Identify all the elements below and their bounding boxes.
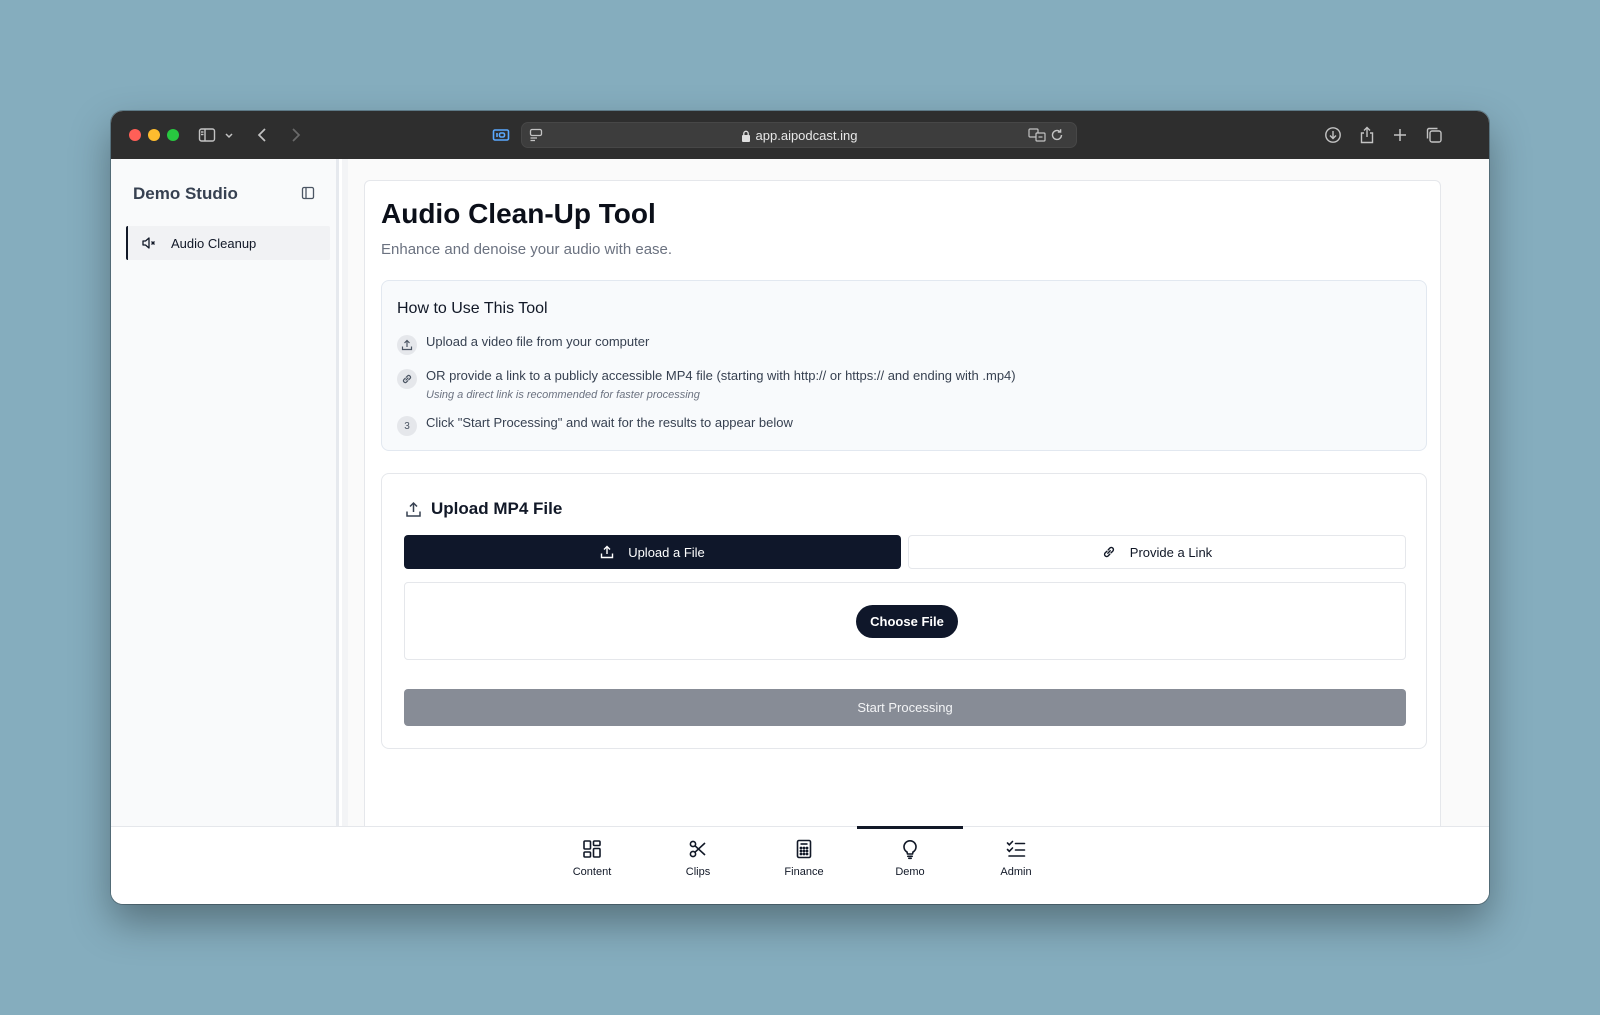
close-window-button[interactable]	[129, 129, 141, 141]
step-start: 3 Click "Start Processing" and wait for …	[397, 415, 793, 436]
step-link: OR provide a link to a publicly accessib…	[397, 368, 1016, 403]
choose-file-button[interactable]: Choose File	[856, 605, 958, 638]
sidebar-title: Demo Studio	[133, 184, 238, 203]
tab-label: Provide a Link	[1129, 544, 1213, 560]
main-content: Audio Clean-Up Tool Enhance and denoise …	[342, 159, 1489, 840]
page-subtitle: Enhance and denoise your audio with ease…	[381, 241, 673, 258]
sidebar-item-label: Audio Cleanup	[171, 235, 257, 251]
step-number-badge: 3	[397, 416, 417, 436]
link-icon	[1102, 545, 1116, 559]
link-icon	[397, 369, 417, 389]
address-bar[interactable]: app.aipodcast.ing	[521, 122, 1077, 148]
scissors-icon	[687, 838, 709, 860]
upload-icon	[600, 545, 614, 559]
step-text: Upload a video file from your computer	[426, 334, 650, 349]
new-tab-icon[interactable]	[1390, 125, 1410, 145]
step-text: OR provide a link to a publicly accessib…	[426, 368, 1016, 383]
downloads-icon[interactable]	[1323, 125, 1343, 145]
bottom-nav-label: Finance	[784, 866, 824, 878]
bottom-nav: Content Clips Finance Demo Admin	[111, 826, 1489, 904]
volume-mute-icon	[141, 235, 157, 251]
back-icon[interactable]	[253, 125, 273, 145]
tab-provide-link[interactable]: Provide a Link	[908, 535, 1406, 569]
bottom-nav-label: Demo	[895, 866, 925, 878]
url-text: app.aipodcast.ing	[755, 128, 858, 143]
translate-icon[interactable]	[1028, 127, 1046, 143]
upload-icon	[397, 335, 417, 355]
bottom-nav-label: Content	[572, 866, 612, 878]
checklist-icon	[1005, 838, 1027, 860]
tab-overview-icon[interactable]	[1424, 125, 1444, 145]
reload-icon[interactable]	[1050, 128, 1064, 142]
calculator-icon	[793, 838, 815, 860]
zoom-window-button[interactable]	[167, 129, 179, 141]
step-note: Using a direct link is recommended for f…	[426, 389, 700, 401]
upload-icon	[405, 501, 422, 518]
browser-window: app.aipodcast.ing Demo Studio Audio Clea…	[111, 111, 1489, 904]
upload-panel: Upload MP4 File Upload a File Provide a …	[381, 473, 1427, 749]
bottom-nav-clips[interactable]: Clips	[645, 827, 751, 904]
bottom-nav-admin[interactable]: Admin	[963, 827, 1069, 904]
upload-title: Upload MP4 File	[431, 499, 563, 518]
sidebar-toggle-icon[interactable]	[197, 125, 217, 145]
bottom-nav-demo[interactable]: Demo	[857, 826, 963, 904]
bottom-nav-label: Admin	[1000, 866, 1032, 878]
tab-label: Upload a File	[628, 544, 705, 560]
upload-heading: Upload MP4 File	[405, 499, 562, 519]
tool-card: Audio Clean-Up Tool Enhance and denoise …	[364, 180, 1441, 840]
extension-icon[interactable]	[491, 125, 511, 145]
collapse-sidebar-icon[interactable]	[301, 186, 315, 200]
start-processing-button[interactable]: Start Processing	[404, 689, 1406, 726]
bottom-nav-label: Clips	[685, 866, 711, 878]
lightbulb-icon	[899, 838, 921, 860]
share-icon[interactable]	[1357, 125, 1377, 145]
forward-icon[interactable]	[285, 125, 305, 145]
browser-toolbar: app.aipodcast.ing	[111, 111, 1489, 159]
grid-icon	[581, 838, 603, 860]
how-to-panel: How to Use This Tool Upload a video file…	[381, 280, 1427, 451]
minimize-window-button[interactable]	[148, 129, 160, 141]
step-upload: Upload a video file from your computer	[397, 334, 650, 355]
lock-icon	[741, 130, 751, 142]
file-dropzone[interactable]: Choose File	[404, 582, 1406, 660]
sidebar: Demo Studio Audio Cleanup	[111, 159, 339, 826]
bottom-nav-finance[interactable]: Finance	[751, 827, 857, 904]
sidebar-item-audio-cleanup[interactable]: Audio Cleanup	[126, 226, 330, 260]
tab-upload-file[interactable]: Upload a File	[404, 535, 901, 569]
how-to-title: How to Use This Tool	[397, 300, 548, 317]
bottom-nav-content[interactable]: Content	[539, 827, 645, 904]
page-title: Audio Clean-Up Tool	[381, 198, 656, 229]
step-text: Click "Start Processing" and wait for th…	[426, 415, 793, 430]
chevron-down-icon[interactable]	[222, 125, 236, 145]
